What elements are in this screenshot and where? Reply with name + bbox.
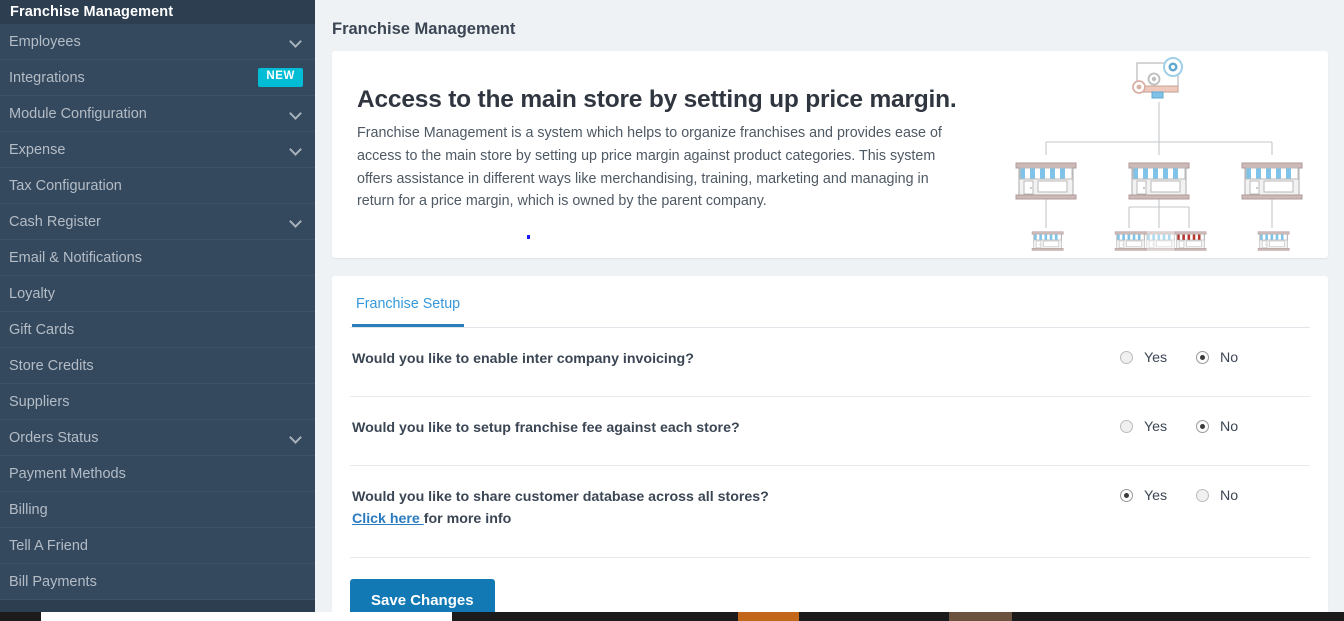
sidebar-item-bill-payments[interactable]: Bill Payments <box>0 564 315 600</box>
intro-card: Access to the main store by setting up p… <box>332 50 1328 258</box>
sidebar-item-integrations[interactable]: Integrations NEW <box>0 60 315 96</box>
question-text: Would you like to enable inter company i… <box>350 349 1120 369</box>
franchise-hierarchy-diagram <box>1006 55 1306 255</box>
radio-label: Yes <box>1144 349 1168 366</box>
sidebar-item-module-configuration[interactable]: Module Configuration <box>0 96 315 132</box>
sidebar-item-label: Gift Cards <box>9 321 75 338</box>
new-badge: NEW <box>258 68 303 87</box>
sidebar-item-billing[interactable]: Billing <box>0 492 315 528</box>
text-cursor-marker <box>527 234 530 239</box>
question-row: Would you like to setup franchise fee ag… <box>350 397 1310 466</box>
sidebar-header-title: Franchise Management <box>10 4 174 20</box>
sidebar-item-expense[interactable]: Expense <box>0 132 315 168</box>
sidebar-item-orders-status[interactable]: Orders Status <box>0 420 315 456</box>
radio-dot-icon[interactable] <box>1120 351 1133 364</box>
sidebar-item-label: Bill Payments <box>9 573 97 590</box>
tab-franchise-setup[interactable]: Franchise Setup <box>352 292 465 327</box>
sidebar-item-label: Module Configuration <box>9 105 147 122</box>
radio-yes[interactable]: Yes <box>1120 419 1196 435</box>
question-text: Would you like to setup franchise fee ag… <box>350 418 1120 438</box>
question-label: Would you like to setup franchise fee ag… <box>352 419 740 436</box>
sidebar-item-tax-configuration[interactable]: Tax Configuration <box>0 168 315 204</box>
radio-label: Yes <box>1144 487 1168 504</box>
taskbar-segment[interactable] <box>799 612 949 621</box>
intro-heading: Access to the main store by setting up p… <box>357 85 957 113</box>
sidebar-item-tell-a-friend[interactable]: Tell A Friend <box>0 528 315 564</box>
sidebar-item-label: Email & Notifications <box>9 249 142 266</box>
app-window: Franchise Management Employees Integratio… <box>0 0 1344 621</box>
page-title: Franchise Management <box>332 20 516 38</box>
sidebar-item-label: Billing <box>9 501 48 518</box>
sidebar-item-label: Tell A Friend <box>9 537 88 554</box>
sidebar-item-employees[interactable]: Employees <box>0 24 315 60</box>
radio-no[interactable]: No <box>1196 488 1272 504</box>
taskbar-segment[interactable] <box>949 612 1012 621</box>
radio-label: No <box>1220 487 1239 504</box>
chevron-down-icon[interactable] <box>290 215 303 228</box>
tab-bar: Franchise Setup <box>350 276 1310 328</box>
radio-label: No <box>1220 349 1239 366</box>
question-sub-line: Click here for more info <box>352 509 1120 529</box>
radio-yes[interactable]: Yes <box>1120 350 1196 366</box>
question-text: Would you like to share customer databas… <box>350 487 1120 529</box>
link-suffix-text: for more info <box>423 510 512 527</box>
sidebar-item-label: Expense <box>9 141 66 158</box>
sidebar-item-suppliers[interactable]: Suppliers <box>0 384 315 420</box>
sidebar-item-label: Cash Register <box>9 213 101 230</box>
question-row: Would you like to enable inter company i… <box>350 328 1310 397</box>
radio-group: Yes No <box>1120 418 1310 435</box>
chevron-down-icon[interactable] <box>290 431 303 444</box>
radio-yes[interactable]: Yes <box>1120 488 1196 504</box>
chevron-down-icon[interactable] <box>290 143 303 156</box>
intro-text: Access to the main store by setting up p… <box>332 51 982 213</box>
radio-group: Yes No <box>1120 487 1310 504</box>
radio-no[interactable]: No <box>1196 350 1272 366</box>
sidebar-item-label: Integrations <box>9 69 85 86</box>
radio-group: Yes No <box>1120 349 1310 366</box>
sidebar-item-label: Orders Status <box>9 429 99 446</box>
taskbar-segment[interactable] <box>1012 612 1344 621</box>
chevron-down-icon[interactable] <box>290 107 303 120</box>
radio-label: No <box>1220 418 1239 435</box>
click-here-link[interactable]: Click here <box>352 511 424 527</box>
franchise-settings-card: Franchise Setup Would you like to enable… <box>332 275 1328 621</box>
intro-body: Franchise Management is a system which h… <box>357 125 942 210</box>
radio-dot-icon[interactable] <box>1120 489 1133 502</box>
sidebar-item-label: Tax Configuration <box>9 177 122 194</box>
main-content: Franchise Management Access to the main … <box>315 0 1344 621</box>
sidebar-item-label: Loyalty <box>9 285 55 302</box>
sidebar-item-cash-register[interactable]: Cash Register <box>0 204 315 240</box>
radio-dot-icon[interactable] <box>1196 489 1209 502</box>
sidebar-item-label: Store Credits <box>9 357 94 374</box>
radio-dot-icon[interactable] <box>1196 420 1209 433</box>
sidebar-item-gift-cards[interactable]: Gift Cards <box>0 312 315 348</box>
radio-dot-icon[interactable] <box>1196 351 1209 364</box>
chevron-down-icon[interactable] <box>290 35 303 48</box>
sidebar-item-payment-methods[interactable]: Payment Methods <box>0 456 315 492</box>
radio-dot-icon[interactable] <box>1120 420 1133 433</box>
sidebar-nav-list: Employees Integrations NEW Module Configura… <box>0 24 315 600</box>
question-row: Would you like to share customer databas… <box>350 466 1310 558</box>
radio-label: Yes <box>1144 418 1168 435</box>
question-list: Would you like to enable inter company i… <box>350 328 1310 558</box>
taskbar-segment[interactable] <box>41 612 452 621</box>
radio-no[interactable]: No <box>1196 419 1272 435</box>
taskbar-segment[interactable] <box>738 612 799 621</box>
taskbar-segment[interactable] <box>0 612 41 621</box>
sidebar-footer-strip <box>0 600 315 612</box>
question-label: Would you like to enable inter company i… <box>352 350 694 367</box>
sidebar-item-store-credits[interactable]: Store Credits <box>0 348 315 384</box>
sidebar-item-label: Employees <box>9 33 81 50</box>
question-label: Would you like to share customer databas… <box>352 488 769 505</box>
sidebar: Franchise Management Employees Integratio… <box>0 0 315 621</box>
sidebar-item-label: Payment Methods <box>9 465 126 482</box>
sidebar-item-label: Suppliers <box>9 393 70 410</box>
sidebar-header: Franchise Management <box>0 0 315 24</box>
taskbar-segment[interactable] <box>452 612 738 621</box>
sidebar-item-email-notifications[interactable]: Email & Notifications <box>0 240 315 276</box>
os-taskbar[interactable] <box>0 612 1344 621</box>
sidebar-item-loyalty[interactable]: Loyalty <box>0 276 315 312</box>
